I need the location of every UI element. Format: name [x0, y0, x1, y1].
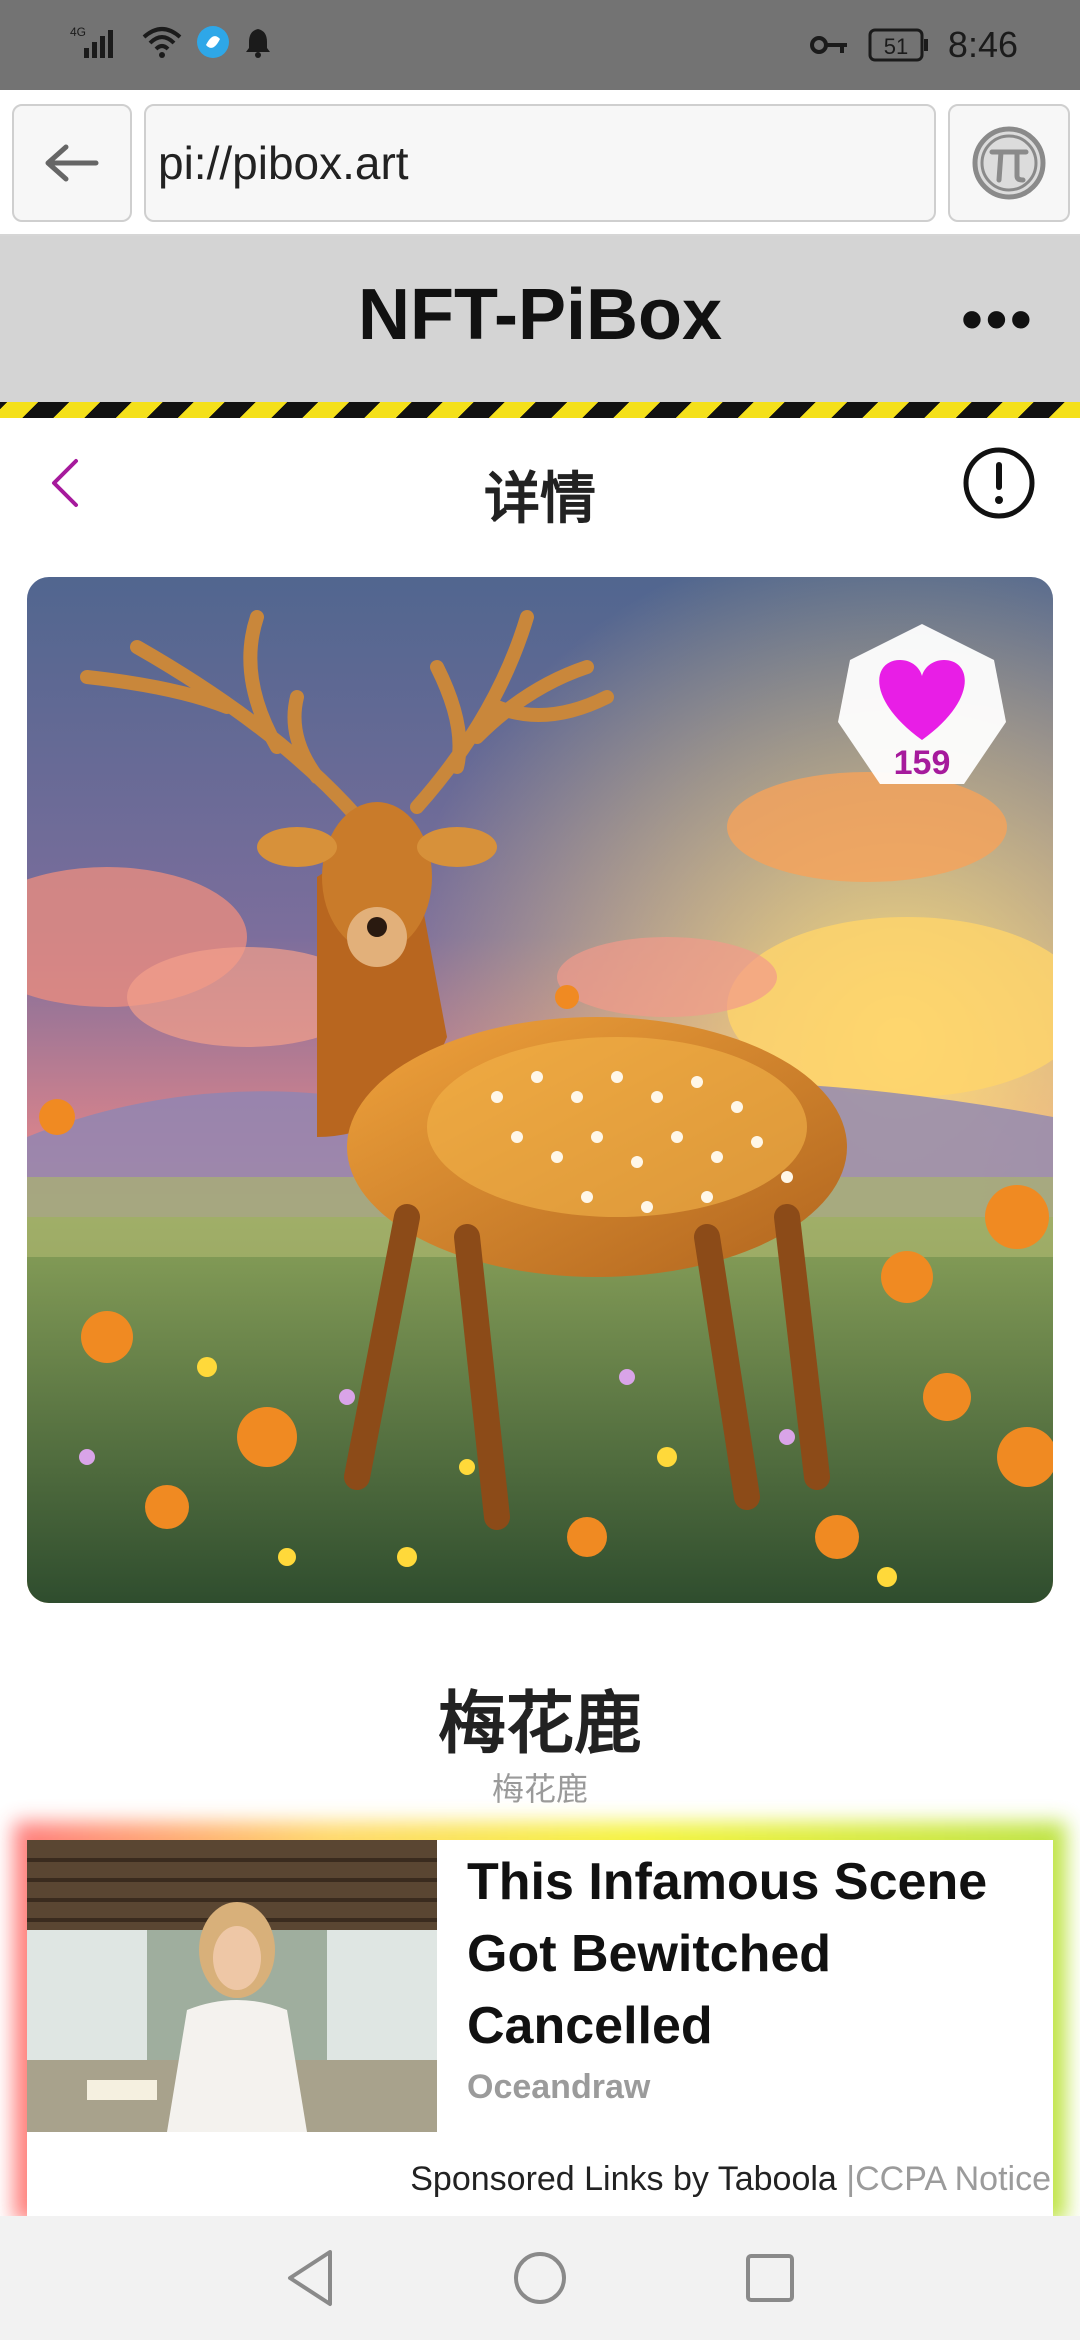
- app-header: NFT-PiBox •••: [0, 236, 1080, 402]
- browser-back-button[interactable]: [12, 104, 132, 222]
- ad-headline[interactable]: This Infamous Scene Got Bewitched Cancel…: [467, 1846, 1047, 2062]
- battery-icon: 51: [868, 28, 930, 62]
- hazard-stripe-divider: [0, 402, 1080, 418]
- signal-icon: 4G: [70, 24, 128, 60]
- detail-title: 详情: [484, 467, 596, 530]
- wifi-icon: [142, 25, 182, 59]
- ad-footer: Sponsored Links by Taboola |CCPA Notice: [410, 2160, 1051, 2199]
- ad-source: Oceandraw: [467, 2068, 651, 2106]
- nav-recents-button[interactable]: [742, 2248, 798, 2313]
- arrow-left-icon: [45, 144, 99, 182]
- status-left-icons: 4G: [70, 24, 272, 60]
- circle-home-icon: [514, 2252, 566, 2304]
- sponsored-ad[interactable]: This Infamous Scene Got Bewitched Cancel…: [27, 1840, 1053, 2218]
- app-title: NFT-PiBox: [357, 275, 722, 355]
- status-right-icons: 51 8:46: [809, 24, 1018, 66]
- status-bar: 4G 51 8:46: [0, 0, 1080, 90]
- nav-back-button[interactable]: [284, 2248, 336, 2313]
- sponsored-links-label[interactable]: Sponsored Links by Taboola: [410, 2160, 837, 2198]
- more-menu-button[interactable]: •••: [961, 282, 1034, 356]
- url-text: pi://pibox.art: [158, 137, 409, 189]
- info-exclamation-icon: [963, 447, 1035, 519]
- ccpa-notice-link[interactable]: CCPA Notice: [855, 2160, 1051, 2198]
- info-button[interactable]: [962, 446, 1036, 525]
- svg-text:4G: 4G: [70, 25, 86, 39]
- key-icon: [809, 33, 850, 57]
- pi-browser-button[interactable]: [948, 104, 1070, 222]
- svg-text:51: 51: [884, 34, 908, 59]
- bell-icon: [244, 26, 272, 58]
- square-recents-icon: [746, 2254, 794, 2302]
- like-count: 159: [893, 744, 951, 782]
- ad-thumbnail[interactable]: [27, 1840, 437, 2132]
- nft-name: 梅花鹿: [437, 1686, 642, 1762]
- url-field[interactable]: pi://pibox.art: [144, 104, 936, 222]
- nav-home-button[interactable]: [512, 2248, 568, 2313]
- ad-footer-separator: |: [846, 2160, 856, 2198]
- nft-subtitle: 梅花鹿: [491, 1771, 588, 1807]
- browser-toolbar: pi://pibox.art: [0, 90, 1080, 236]
- clock: 8:46: [947, 24, 1018, 65]
- system-navbar: [0, 2216, 1080, 2340]
- app-notification-icon: [196, 25, 230, 59]
- triangle-back-icon: [288, 2250, 332, 2306]
- pi-logo-icon: [972, 126, 1046, 200]
- detail-navbar: 详情: [0, 418, 1080, 558]
